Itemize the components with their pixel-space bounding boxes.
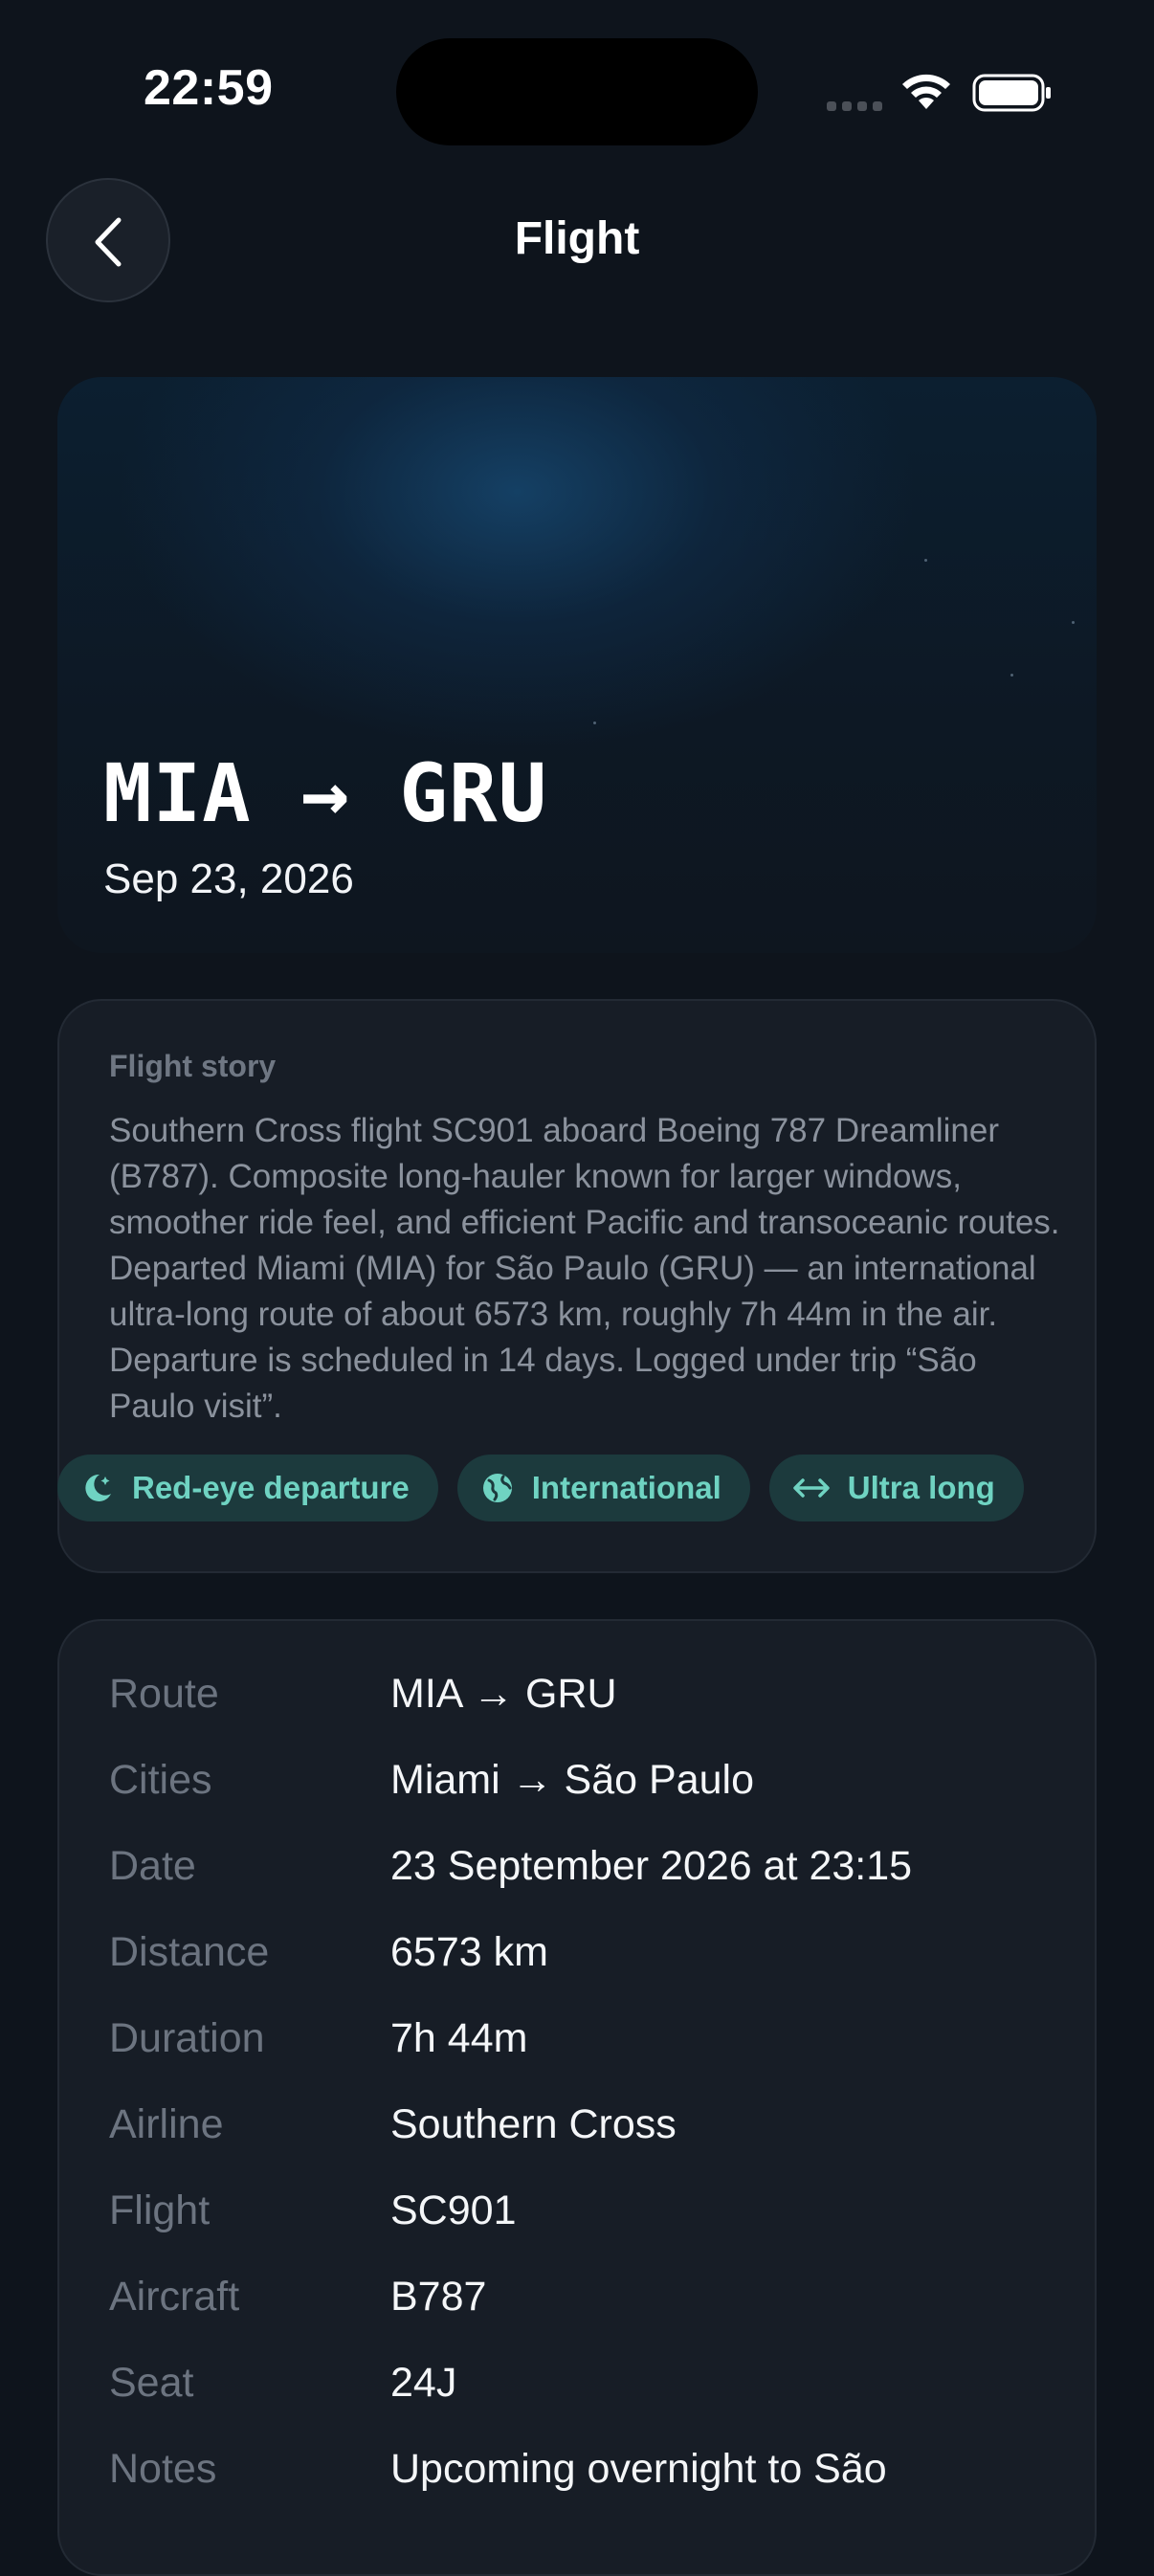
detail-value: MIA → GRU bbox=[390, 1671, 617, 1717]
tag-international[interactable]: International bbox=[456, 1455, 750, 1521]
status-bar: 22:59 bbox=[0, 0, 1154, 163]
detail-row-airline: Airline Southern Cross bbox=[109, 2101, 1066, 2187]
battery-icon bbox=[972, 74, 1051, 112]
detail-value: Upcoming overnight to São bbox=[390, 2446, 887, 2492]
story-heading: Flight story bbox=[109, 1049, 277, 1083]
detail-row-duration: Duration 7h 44m bbox=[109, 2015, 1066, 2101]
detail-value: Miami → São Paulo bbox=[390, 1757, 754, 1803]
detail-row-date: Date 23 September 2026 at 23:15 bbox=[109, 1843, 1066, 1929]
flight-details-card: Route MIA → GRU Cities Miami → São Paulo… bbox=[57, 1619, 1097, 2576]
detail-value: 7h 44m bbox=[390, 2015, 528, 2061]
dynamic-island bbox=[396, 38, 758, 145]
detail-label: Date bbox=[109, 1843, 196, 1889]
detail-row-aircraft: Aircraft B787 bbox=[109, 2274, 1066, 2360]
detail-label: Notes bbox=[109, 2446, 217, 2492]
tag-label: Ultra long bbox=[847, 1470, 995, 1505]
arrows-horizontal-icon bbox=[793, 1478, 830, 1498]
moon-icon bbox=[85, 1474, 111, 1501]
detail-row-flight: Flight SC901 bbox=[109, 2187, 1066, 2274]
detail-label: Distance bbox=[109, 1929, 270, 1975]
detail-label: Seat bbox=[109, 2360, 194, 2406]
detail-row-distance: Distance 6573 km bbox=[109, 1929, 1066, 2015]
page-title: Flight bbox=[514, 213, 640, 264]
story-text: Southern Cross flight SC901 aboard Boein… bbox=[109, 1112, 1060, 1425]
detail-row-seat: Seat 24J bbox=[109, 2360, 1066, 2446]
tag-label: Red-eye departure bbox=[132, 1470, 410, 1505]
detail-label: Duration bbox=[109, 2015, 265, 2061]
detail-value: SC901 bbox=[390, 2187, 517, 2233]
detail-row-cities: Cities Miami → São Paulo bbox=[109, 1757, 1066, 1843]
tag-label: International bbox=[531, 1470, 721, 1505]
flight-hero-card: MIA → GRU Sep 23, 2026 bbox=[57, 377, 1097, 953]
detail-value: 6573 km bbox=[390, 1929, 548, 1975]
tag-red-eye[interactable]: Red-eye departure bbox=[57, 1455, 438, 1521]
detail-row-route: Route MIA → GRU bbox=[109, 1671, 1066, 1757]
tag-ultra-long[interactable]: Ultra long bbox=[768, 1455, 1024, 1521]
hero-date: Sep 23, 2026 bbox=[103, 855, 354, 902]
detail-value: 23 September 2026 at 23:15 bbox=[390, 1843, 913, 1889]
hero-route: MIA → GRU bbox=[103, 746, 548, 840]
globe-icon bbox=[482, 1474, 512, 1502]
detail-label: Aircraft bbox=[109, 2274, 240, 2320]
detail-label: Airline bbox=[109, 2101, 224, 2147]
detail-label: Route bbox=[109, 1671, 219, 1717]
tag-list: Red-eye departure International Ultra lo… bbox=[57, 1455, 1024, 1521]
flight-story-card: Flight story Southern Cross flight SC901… bbox=[57, 999, 1097, 1573]
detail-value: 24J bbox=[390, 2360, 457, 2406]
status-time: 22:59 bbox=[144, 60, 274, 116]
detail-value: Southern Cross bbox=[390, 2101, 677, 2147]
detail-label: Cities bbox=[109, 1757, 212, 1803]
detail-label: Flight bbox=[109, 2187, 211, 2233]
wifi-icon bbox=[902, 74, 950, 109]
cellular-signal-icon bbox=[827, 101, 882, 111]
detail-row-notes: Notes Upcoming overnight to São bbox=[109, 2446, 1066, 2532]
detail-value: B787 bbox=[390, 2274, 487, 2320]
